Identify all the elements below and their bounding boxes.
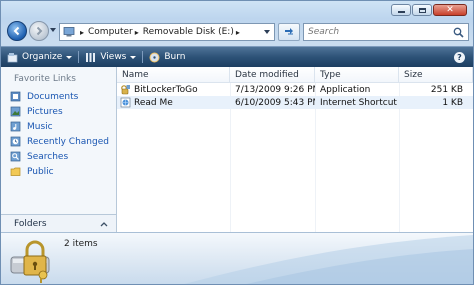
folders-label: Folders — [14, 218, 47, 229]
date-modified-cell: 7/13/2009 9:26 PM — [235, 84, 315, 95]
caption-buttons: ✕ — [391, 4, 467, 16]
column-header-name[interactable]: Name — [117, 67, 230, 82]
address-dropdown[interactable] — [264, 30, 270, 34]
navigation-row: ▸ Computer ▸ Removable Disk (E:) ▸ Searc… — [7, 20, 469, 44]
file-type-cell: Internet Shortcut — [320, 97, 397, 108]
minimize-button[interactable] — [391, 4, 411, 16]
forward-button[interactable] — [29, 21, 49, 41]
explorer-window: ✕ ▸ Computer ▸ Removable Disk (E:) ▸ Sea… — [0, 0, 474, 285]
minimize-icon — [397, 11, 405, 13]
help-icon[interactable]: ? — [454, 51, 465, 63]
nav-item-label: Pictures — [27, 106, 63, 117]
views-icon — [86, 52, 96, 62]
file-row[interactable]: BitLockerToGo 7/13/2009 9:26 PM Applicat… — [117, 83, 473, 96]
file-name-cell: BitLockerToGo — [117, 83, 230, 96]
views-dropdown-arrow — [130, 55, 137, 59]
organize-label: Organize — [22, 52, 63, 62]
music-icon — [10, 121, 21, 132]
nav-item-label: Documents — [27, 91, 79, 102]
organize-button[interactable]: Organize — [1, 47, 78, 67]
file-name: BitLockerToGo — [134, 84, 198, 95]
folders-toggle[interactable]: Folders — [1, 214, 116, 232]
file-size-cell: 251 KB — [430, 84, 463, 95]
burn-disc-icon — [149, 52, 160, 62]
file-rows: BitLockerToGo 7/13/2009 9:26 PM Applicat… — [117, 83, 473, 109]
search-box[interactable]: Search — [303, 23, 469, 41]
column-header-date-modified[interactable]: Date modified — [230, 67, 315, 82]
item-count: 2 items — [64, 239, 98, 249]
refresh-button[interactable] — [278, 23, 300, 41]
details-pane: 2 items — [1, 232, 473, 284]
nav-item-label: Recently Changed — [27, 136, 109, 147]
date-modified-cell: 6/10/2009 5:43 PM — [235, 97, 315, 108]
nav-item-searches[interactable]: Searches — [10, 149, 109, 164]
bitlocker-drive-icon — [10, 240, 50, 283]
command-bar: Organize Views Burn ? — [1, 46, 473, 67]
breadcrumb-removable-disk[interactable]: Removable Disk (E:) — [143, 27, 234, 37]
address-bar[interactable]: ▸ Computer ▸ Removable Disk (E:) ▸ — [59, 23, 275, 41]
column-headers: Name Date modified Type Size — [117, 67, 473, 83]
computer-icon — [63, 27, 75, 37]
views-label: Views — [100, 52, 127, 62]
internet-shortcut-icon — [120, 97, 131, 108]
close-button[interactable]: ✕ — [433, 4, 467, 16]
breadcrumb-computer[interactable]: Computer — [88, 27, 133, 37]
breadcrumb-separator[interactable]: ▸ — [135, 28, 139, 37]
refresh-icon — [285, 28, 293, 35]
organize-icon — [7, 52, 18, 62]
close-icon: ✕ — [446, 4, 454, 15]
file-name: Read Me — [134, 97, 173, 108]
searches-icon — [10, 151, 21, 162]
pictures-icon — [10, 106, 21, 117]
views-button[interactable]: Views — [79, 47, 142, 67]
nav-item-music[interactable]: Music — [10, 119, 109, 134]
nav-item-public[interactable]: Public — [10, 164, 109, 179]
breadcrumb-separator[interactable]: ▸ — [236, 28, 240, 37]
nav-item-label: Music — [27, 121, 53, 132]
nav-item-documents[interactable]: Documents — [10, 89, 109, 104]
favorite-links-title: Favorite Links — [14, 74, 76, 84]
chevron-up-icon — [100, 221, 108, 226]
search-placeholder: Search — [308, 27, 340, 37]
column-header-size[interactable]: Size — [399, 67, 473, 82]
forward-arrow-icon — [36, 26, 43, 36]
column-header-type[interactable]: Type — [315, 67, 399, 82]
recent-pages-dropdown[interactable] — [50, 28, 56, 32]
file-size-cell: 1 KB — [442, 97, 463, 108]
maximize-button[interactable] — [412, 4, 432, 16]
public-folder-icon — [10, 167, 21, 176]
documents-icon — [10, 91, 21, 102]
nav-item-label: Public — [27, 166, 54, 177]
navigation-pane: Favorite Links Documents Pictures Music … — [1, 67, 117, 232]
file-list: Name Date modified Type Size BitLockerTo… — [117, 67, 473, 232]
nav-item-pictures[interactable]: Pictures — [10, 104, 109, 119]
file-row[interactable]: Read Me 6/10/2009 5:43 PM Internet Short… — [117, 96, 473, 109]
organize-dropdown-arrow — [66, 55, 73, 59]
search-icon[interactable] — [453, 27, 464, 38]
nav-item-label: Searches — [27, 151, 69, 162]
breadcrumb-separator[interactable]: ▸ — [80, 28, 84, 37]
burn-label: Burn — [164, 52, 186, 62]
details-pane-swoosh — [184, 235, 473, 284]
application-icon — [121, 85, 130, 95]
nav-item-recently-changed[interactable]: Recently Changed — [10, 134, 109, 149]
favorite-links-list: Documents Pictures Music Recently Change… — [10, 89, 109, 179]
maximize-icon — [418, 7, 426, 13]
file-name-cell: Read Me — [117, 96, 230, 109]
file-type-cell: Application — [320, 84, 371, 95]
burn-button[interactable]: Burn — [143, 47, 191, 67]
recently-changed-icon — [10, 136, 21, 147]
back-arrow-icon — [13, 26, 20, 36]
back-button[interactable] — [7, 21, 27, 41]
